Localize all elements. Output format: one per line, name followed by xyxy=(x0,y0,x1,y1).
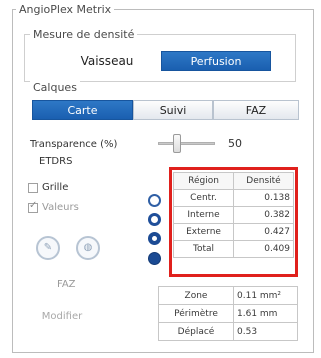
stat-label: Déplacé xyxy=(158,322,234,341)
highlight-box xyxy=(169,167,298,277)
transparency-label: Transparence (%) xyxy=(30,139,118,150)
stat-value: 1.61 mm xyxy=(233,304,298,323)
tab-perfusion[interactable]: Perfusion xyxy=(161,51,271,71)
faz-draw-tool-icon[interactable]: ✎ xyxy=(36,236,60,260)
modify-button[interactable]: Modifier xyxy=(38,307,86,327)
inner-region-icon xyxy=(148,213,161,226)
stat-value: 0.11 mm² xyxy=(233,286,298,305)
tab-suivi[interactable]: Suivi xyxy=(133,100,213,120)
stat-value: 0.53 xyxy=(233,322,298,341)
values-checkbox-label: Valeurs xyxy=(42,202,79,213)
table-row: Déplacé 0.53 xyxy=(158,322,298,341)
grid-checkbox[interactable] xyxy=(28,183,38,193)
faz-stats-table: Zone 0.11 mm² Périmètre 1.61 mm Déplacé … xyxy=(158,286,298,341)
grid-checkbox-label: Grille xyxy=(42,182,69,193)
table-row: Périmètre 1.61 mm xyxy=(158,304,298,323)
values-checkbox[interactable]: ✓ xyxy=(28,200,38,213)
stat-label: Zone xyxy=(158,286,234,305)
transparency-slider-thumb[interactable] xyxy=(173,134,181,153)
etdrs-label: ETDRS xyxy=(39,156,73,167)
tab-vaisseau[interactable]: Vaisseau xyxy=(53,51,161,71)
faz-auto-tool-icon[interactable]: ◍ xyxy=(76,236,100,260)
outer-region-icon xyxy=(148,232,161,245)
table-row: Zone 0.11 mm² xyxy=(158,286,298,305)
faz-label: FAZ xyxy=(57,279,76,290)
transparency-value: 50 xyxy=(228,137,242,150)
tab-carte[interactable]: Carte xyxy=(32,100,133,120)
tab-faz[interactable]: FAZ xyxy=(213,100,299,120)
panel-title: AngioPlex Metrix xyxy=(16,3,115,16)
transparency-slider-track[interactable] xyxy=(158,142,215,145)
density-group-title: Mesure de densité xyxy=(30,28,138,41)
total-region-icon xyxy=(148,252,161,265)
layers-group-title: Calques xyxy=(30,81,80,94)
center-region-icon xyxy=(148,194,161,207)
stat-label: Périmètre xyxy=(158,304,234,323)
check-icon: ✓ xyxy=(29,200,38,211)
